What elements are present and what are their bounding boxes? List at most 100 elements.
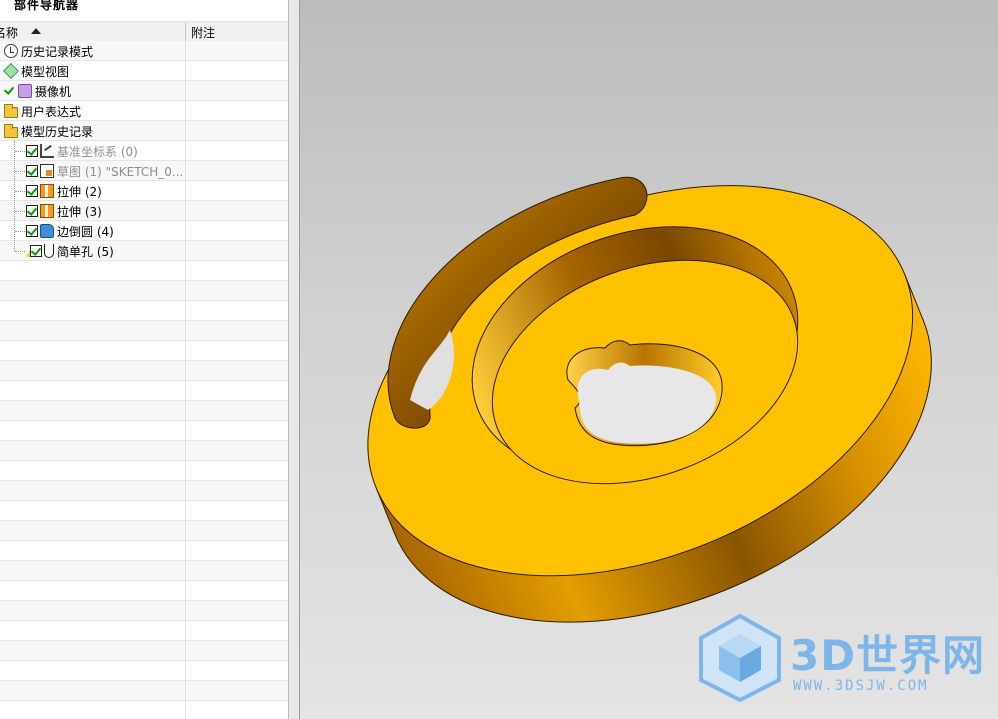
empty-row [0, 321, 288, 341]
empty-row [0, 381, 288, 401]
note-cell [185, 281, 186, 301]
empty-row [0, 361, 288, 381]
note-cell [185, 601, 186, 621]
visibility-checkbox[interactable] [26, 205, 38, 217]
empty-row [0, 621, 288, 641]
note-cell [185, 421, 186, 441]
camera-icon [18, 84, 32, 98]
cube-view-icon [3, 63, 19, 79]
note-cell [185, 441, 186, 461]
visibility-checkbox[interactable] [30, 245, 42, 257]
tree-row[interactable]: 草图 (1) "SKETCH_0... [0, 161, 288, 181]
empty-row [0, 441, 288, 461]
tree-row-label: 模型历史记录 [21, 124, 94, 139]
note-cell [185, 641, 186, 661]
note-cell [185, 301, 186, 321]
tree-connector [15, 191, 25, 192]
navigator-title-bar: 部件导航器 [0, 0, 288, 20]
note-cell [185, 61, 186, 81]
note-cell [185, 481, 186, 501]
tree-row-label: 拉伸 (3) [57, 204, 102, 219]
visibility-checkbox[interactable] [26, 165, 38, 177]
note-cell [185, 41, 186, 61]
tree-row-label: 简单孔 (5) [57, 244, 114, 259]
clock-icon [4, 44, 18, 58]
empty-row [0, 401, 288, 421]
note-cell [185, 521, 186, 541]
tree-row[interactable]: 简单孔 (5) [0, 241, 288, 261]
note-cell [185, 541, 186, 561]
tree-row[interactable]: 用户表达式 [0, 101, 288, 121]
note-cell [185, 161, 186, 181]
watermark-logo: 3D世界网 WWW.3DSJW.COM [695, 612, 995, 707]
tree-row[interactable]: 历史记录模式 [0, 41, 288, 61]
graphics-window[interactable]: 3D世界网 WWW.3DSJW.COM [300, 0, 998, 719]
tree-row-label: 拉伸 (2) [57, 184, 102, 199]
note-cell [185, 81, 186, 101]
blend-icon [40, 224, 54, 238]
tree-row[interactable]: 基准坐标系 (0) [0, 141, 288, 161]
visibility-checkbox[interactable] [26, 225, 38, 237]
tree-row[interactable]: 模型历史记录 [0, 121, 288, 141]
empty-row [0, 641, 288, 661]
folder-open-icon [4, 123, 18, 138]
note-cell [185, 681, 186, 701]
note-cell [185, 361, 186, 381]
note-cell [185, 381, 186, 401]
tree-row-label: 边倒圆 (4) [57, 224, 114, 239]
empty-row [0, 501, 288, 521]
watermark-url: WWW.3DSJW.COM [793, 678, 929, 694]
note-cell [185, 121, 186, 141]
column-divider[interactable] [185, 22, 186, 41]
visibility-checkbox[interactable] [26, 145, 38, 157]
empty-row [0, 581, 288, 601]
tree-row-label: 模型视图 [21, 64, 70, 79]
column-header: 名称 附注 [0, 21, 288, 42]
tree-row[interactable]: 模型视图 [0, 61, 288, 81]
note-cell [185, 241, 186, 261]
visibility-checkbox[interactable] [4, 85, 16, 97]
sort-ascending-icon[interactable] [31, 28, 41, 34]
visibility-checkbox[interactable] [26, 185, 38, 197]
empty-row [0, 421, 288, 441]
note-cell [185, 261, 186, 281]
tree-connector [15, 171, 25, 172]
navigator-title: 部件导航器 [14, 0, 80, 12]
tree-row[interactable]: 拉伸 (2) [0, 181, 288, 201]
note-cell [185, 181, 186, 201]
tree-connector [15, 251, 25, 252]
empty-row [0, 681, 288, 701]
tree-row[interactable]: 摄像机 [0, 81, 288, 101]
empty-row [0, 341, 288, 361]
panel-splitter[interactable] [288, 0, 300, 719]
note-cell [185, 221, 186, 241]
empty-row [0, 301, 288, 321]
csys-icon [40, 144, 54, 158]
tree-row[interactable]: 边倒圆 (4) [0, 221, 288, 241]
note-cell [185, 141, 186, 161]
tree-row-label: 基准坐标系 (0) [57, 144, 138, 159]
note-cell [185, 201, 186, 221]
empty-row [0, 701, 288, 719]
tree-row-label: 草图 (1) "SKETCH_0... [57, 164, 184, 179]
empty-row [0, 561, 288, 581]
note-cell [185, 501, 186, 521]
note-cell [185, 461, 186, 481]
empty-row [0, 461, 288, 481]
tree-row[interactable]: 拉伸 (3) [0, 201, 288, 221]
tree-row-label: 用户表达式 [21, 104, 82, 119]
extrude-icon [40, 184, 54, 198]
tree-connector [14, 141, 15, 251]
note-cell [185, 101, 186, 121]
column-name-header[interactable]: 名称 [0, 24, 18, 41]
empty-row [0, 541, 288, 561]
empty-row [0, 521, 288, 541]
note-cell [185, 661, 186, 681]
note-cell [185, 401, 186, 421]
note-cell [185, 701, 186, 719]
note-cell [185, 321, 186, 341]
watermark-brand: 3D世界网 [790, 631, 986, 680]
empty-row [0, 261, 288, 281]
column-note-header[interactable]: 附注 [191, 24, 215, 41]
note-cell [185, 581, 186, 601]
